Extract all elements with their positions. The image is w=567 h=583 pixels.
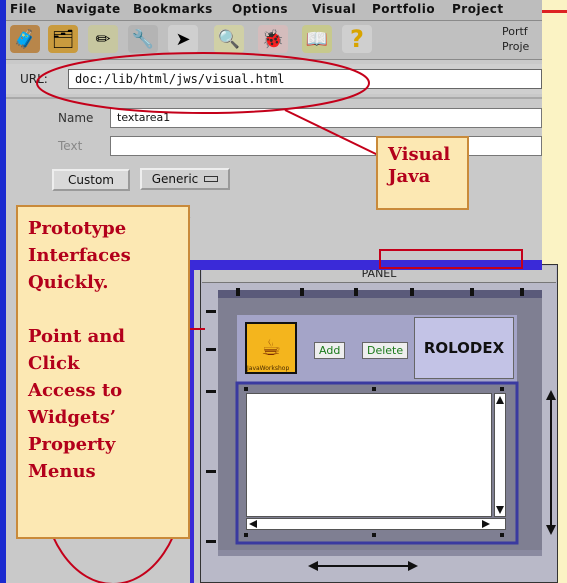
scroll-down-icon[interactable] — [496, 506, 504, 514]
callout-line: Java — [388, 166, 431, 187]
visual-java-callout: Visual Java — [376, 136, 469, 210]
callout-line: Click — [28, 353, 80, 374]
callout-line: Access to — [28, 380, 123, 401]
visual-java-pointer — [284, 109, 379, 156]
callout-line: Quickly. — [28, 272, 109, 293]
callout-line: Point and — [28, 326, 125, 347]
selection-handles — [206, 288, 524, 543]
scroll-left-icon[interactable] — [249, 520, 257, 528]
callout-line: Widgets’ — [28, 407, 117, 428]
url-highlight-ellipse — [36, 52, 370, 114]
blue-selection-edge — [190, 260, 194, 583]
callout-line: Interfaces — [28, 245, 131, 266]
scroll-up-icon[interactable] — [496, 396, 504, 404]
prototype-callout: Prototype Interfaces Quickly. Point and … — [16, 205, 190, 539]
callout-line: Property — [28, 434, 116, 455]
scroll-right-icon[interactable] — [482, 520, 490, 528]
callout-line: Visual — [388, 144, 451, 165]
panel-ruler-top — [218, 290, 542, 298]
callout-line: Menus — [28, 461, 96, 482]
panel-bottom-rail — [218, 550, 542, 556]
layout-frame — [235, 381, 519, 545]
callout-line — [28, 296, 178, 323]
callout-line: Prototype — [28, 218, 127, 239]
